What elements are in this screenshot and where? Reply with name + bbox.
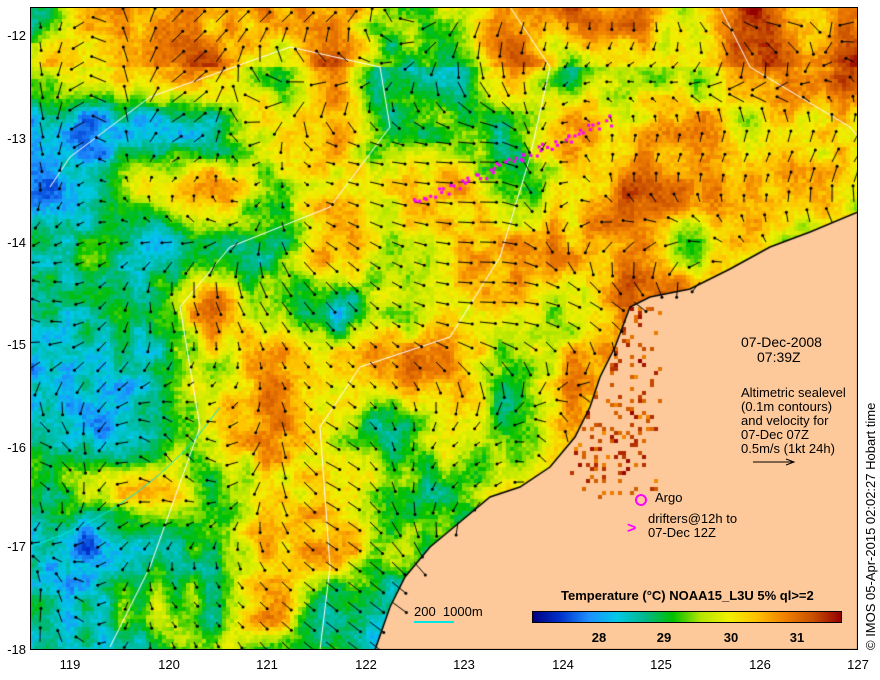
argo-label: Argo xyxy=(655,490,683,505)
map-frame xyxy=(30,7,858,650)
colorbar-tick: 28 xyxy=(591,630,607,645)
x-tick: 121 xyxy=(256,657,278,672)
y-tick: -15 xyxy=(7,337,26,352)
x-tick: 125 xyxy=(650,657,672,672)
y-tick: -18 xyxy=(7,642,26,657)
time-label: 07:39Z xyxy=(757,349,801,365)
colorbar-tick: 30 xyxy=(723,630,739,645)
drifters-line: 07-Dec 12Z xyxy=(648,525,716,540)
colorbar-tick: 29 xyxy=(656,630,672,645)
x-tick: 122 xyxy=(355,657,377,672)
x-tick: 127 xyxy=(847,657,869,672)
sst-map-figure: 119 120 121 122 123 124 125 126 127 -12 … xyxy=(0,0,880,680)
bathymetry-contour-swatch xyxy=(414,621,454,623)
colorbar-tick: 31 xyxy=(789,630,805,645)
credit-text: © IMOS 05-Apr-2015 02:02:27 Hobart time xyxy=(863,402,878,650)
drifter-marker-icon: > xyxy=(627,520,637,537)
temperature-colorbar xyxy=(532,611,842,623)
velocity-scale-arrow-icon xyxy=(753,458,796,466)
y-tick: -16 xyxy=(7,440,26,455)
argo-marker-icon xyxy=(635,494,647,506)
altimetry-line: 0.5m/s (1kt 24h) xyxy=(741,441,835,456)
x-tick: 120 xyxy=(158,657,180,672)
bathymetry-label: 200 1000m xyxy=(414,604,483,619)
x-tick: 123 xyxy=(453,657,475,672)
colorbar-title: Temperature (°C) NOAA15_L3U 5% ql>=2 xyxy=(561,588,814,603)
y-tick: -14 xyxy=(7,235,26,250)
x-tick: 124 xyxy=(552,657,574,672)
y-tick: -13 xyxy=(7,131,26,146)
x-tick: 119 xyxy=(59,657,81,672)
y-tick: -12 xyxy=(7,28,26,43)
date-label: 07-Dec-2008 xyxy=(741,334,822,350)
x-tick: 126 xyxy=(749,657,771,672)
y-tick: -17 xyxy=(7,539,26,554)
